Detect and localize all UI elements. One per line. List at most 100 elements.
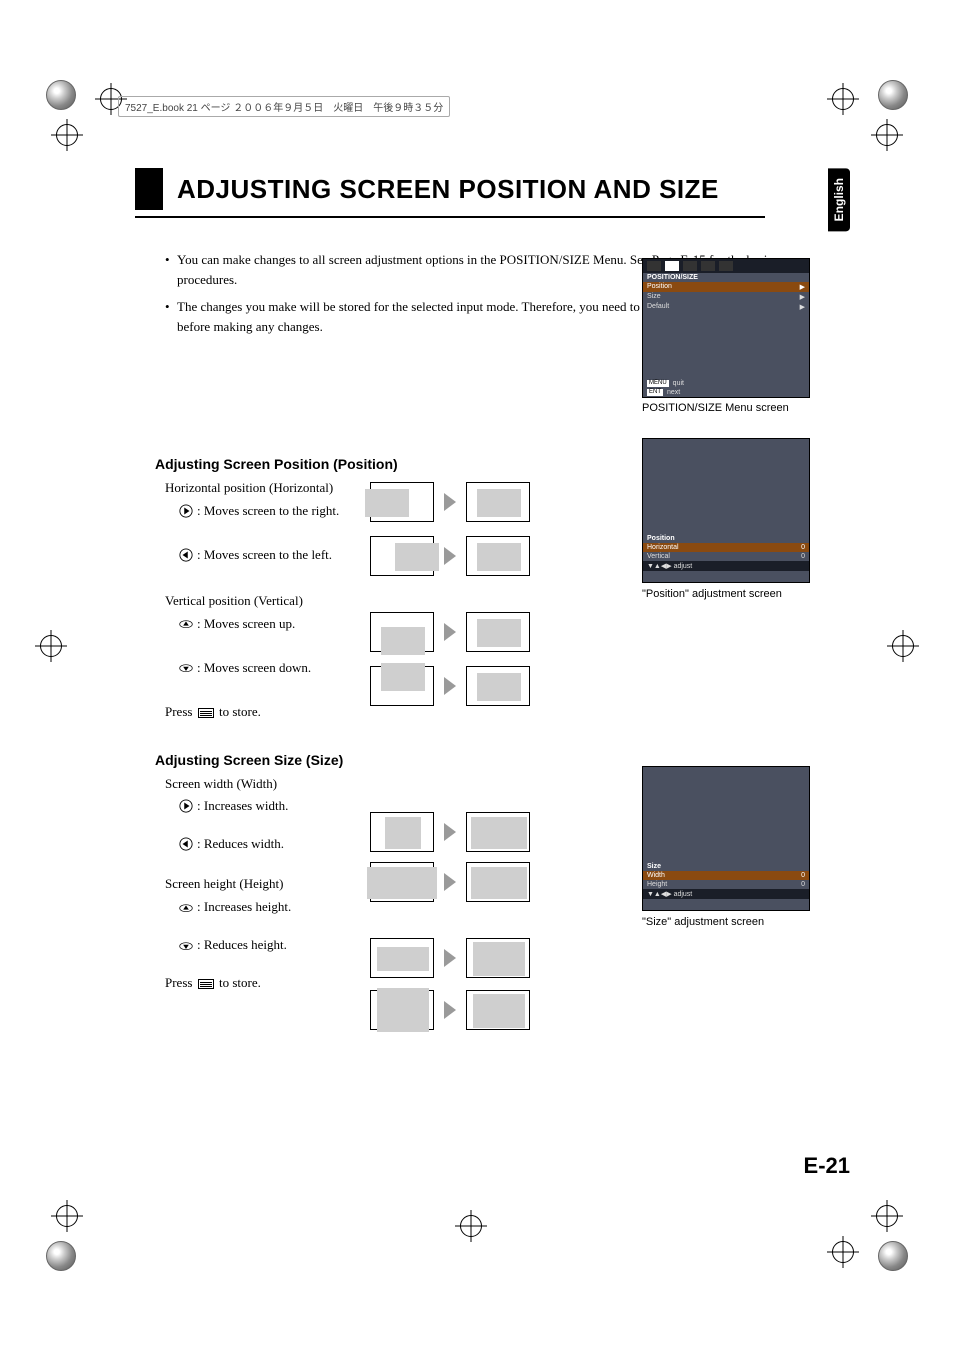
diagram-move-left [370, 536, 530, 576]
arrow-right-icon [444, 823, 456, 841]
title-bar: ADJUSTING SCREEN POSITION AND SIZE [135, 168, 765, 218]
osd-panel-title: Size [643, 862, 809, 871]
dpad-down-icon [179, 661, 193, 675]
diagram-increase-height [370, 938, 530, 978]
dpad-up-icon [179, 617, 193, 631]
increases-height-text: : Increases height. [197, 899, 291, 915]
osd-row-width: Width 0 [643, 871, 809, 880]
osd-item-size: Size ▶ [643, 292, 809, 302]
binder-hole-tl [46, 80, 76, 110]
osd-item-label: Position [647, 283, 672, 291]
dpad-up-icon [179, 900, 193, 914]
dpad-right-icon [179, 504, 193, 518]
osd-tab-icon [683, 261, 697, 271]
osd-row-value: 0 [801, 881, 805, 888]
arrow-right-icon [444, 949, 456, 967]
osd-row-value: 0 [801, 872, 805, 879]
registration-mark [56, 124, 78, 146]
title-accent-block [135, 168, 163, 210]
arrow-right-icon [444, 547, 456, 565]
osd-tab-icon [665, 261, 679, 271]
osd-item-label: Default [647, 303, 669, 311]
registration-mark [876, 1205, 898, 1227]
arrow-right-icon [444, 1001, 456, 1019]
osd-arrow-icon: ▶ [800, 293, 805, 301]
osd-row-label: Horizontal [647, 544, 679, 551]
increases-width-text: : Increases width. [197, 798, 288, 814]
osd-tab-icon [647, 261, 661, 271]
registration-mark [40, 635, 62, 657]
osd-row-vertical: Vertical 0 [643, 552, 809, 561]
press-suffix: to store. [216, 704, 261, 719]
diagram-increase-width [370, 812, 530, 852]
osd-arrow-icon: ▶ [800, 283, 805, 291]
osd-row-value: 0 [801, 544, 805, 551]
osd-row-label: Height [647, 881, 667, 888]
press-prefix: Press [165, 975, 196, 990]
arrow-right-icon [444, 493, 456, 511]
moves-right-text: : Moves screen to the right. [197, 503, 339, 519]
moves-left-text: : Moves screen to the left. [197, 547, 332, 563]
arrow-right-icon [444, 873, 456, 891]
osd-foot-label: next [667, 389, 680, 396]
osd-menu-title: POSITION/SIZE [643, 273, 809, 282]
osd-tab-icon [701, 261, 715, 271]
osd-row-label: Vertical [647, 553, 670, 560]
osd-footer: ▼▲◀▶ adjust [643, 561, 809, 571]
diagram-move-right [370, 482, 530, 522]
osd-key-ent: ENT [647, 389, 663, 396]
osd-row-label: Width [647, 872, 665, 879]
registration-mark [832, 88, 854, 110]
press-prefix: Press [165, 704, 196, 719]
osd-position-size-menu: POSITION/SIZE Position ▶ Size ▶ Default … [642, 258, 810, 398]
page-title: ADJUSTING SCREEN POSITION AND SIZE [177, 174, 719, 205]
registration-mark [876, 124, 898, 146]
registration-mark [56, 1205, 78, 1227]
moves-down-text: : Moves screen down. [197, 660, 311, 676]
dpad-right-icon [179, 799, 193, 813]
registration-mark [892, 635, 914, 657]
osd-position-adjust: Position Horizontal 0 Vertical 0 ▼▲◀▶ ad… [642, 438, 810, 583]
osd-size-adjust: Size Width 0 Height 0 ▼▲◀▶ adjust [642, 766, 810, 911]
osd-row-horizontal: Horizontal 0 [643, 543, 809, 552]
registration-mark [460, 1215, 482, 1237]
osd-arrow-icon: ▶ [800, 303, 805, 311]
diagram-move-up [370, 612, 530, 652]
osd-main-caption: POSITION/SIZE Menu screen [642, 402, 789, 414]
diagram-move-down [370, 666, 530, 706]
arrow-right-icon [444, 677, 456, 695]
registration-mark [832, 1241, 854, 1263]
reduces-width-text: : Reduces width. [197, 836, 284, 852]
osd-foot-label: quit [673, 380, 684, 387]
osd-footer: MENU quit [643, 379, 809, 388]
osd-row-value: 0 [801, 553, 805, 560]
press-suffix: to store. [216, 975, 261, 990]
osd-tab-icon [719, 261, 733, 271]
diagram-reduce-width [370, 862, 530, 902]
dpad-left-icon [179, 548, 193, 562]
diagram-reduce-height [370, 990, 530, 1030]
menu-button-icon [198, 708, 214, 718]
binder-hole-br [878, 1241, 908, 1271]
dpad-down-icon [179, 938, 193, 952]
language-tab: English [828, 168, 850, 231]
osd-item-default: Default ▶ [643, 302, 809, 312]
file-header-note: 7527_E.book 21 ページ ２００６年９月５日 火曜日 午後９時３５分 [118, 96, 450, 117]
osd-key-menu: MENU [647, 380, 669, 387]
osd-row-height: Height 0 [643, 880, 809, 889]
reduces-height-text: : Reduces height. [197, 937, 287, 953]
page-number: E-21 [804, 1153, 850, 1179]
osd-panel-title: Position [643, 534, 809, 543]
osd-footer: ▼▲◀▶ adjust [643, 889, 809, 899]
osd-size-caption: "Size" adjustment screen [642, 916, 764, 928]
osd-footer: ENT next [643, 388, 809, 397]
moves-up-text: : Moves screen up. [197, 616, 295, 632]
menu-button-icon [198, 979, 214, 989]
dpad-left-icon [179, 837, 193, 851]
osd-item-position: Position ▶ [643, 282, 809, 292]
binder-hole-tr [878, 80, 908, 110]
osd-item-label: Size [647, 293, 661, 301]
binder-hole-bl [46, 1241, 76, 1271]
osd-position-caption: "Position" adjustment screen [642, 588, 782, 600]
arrow-right-icon [444, 623, 456, 641]
